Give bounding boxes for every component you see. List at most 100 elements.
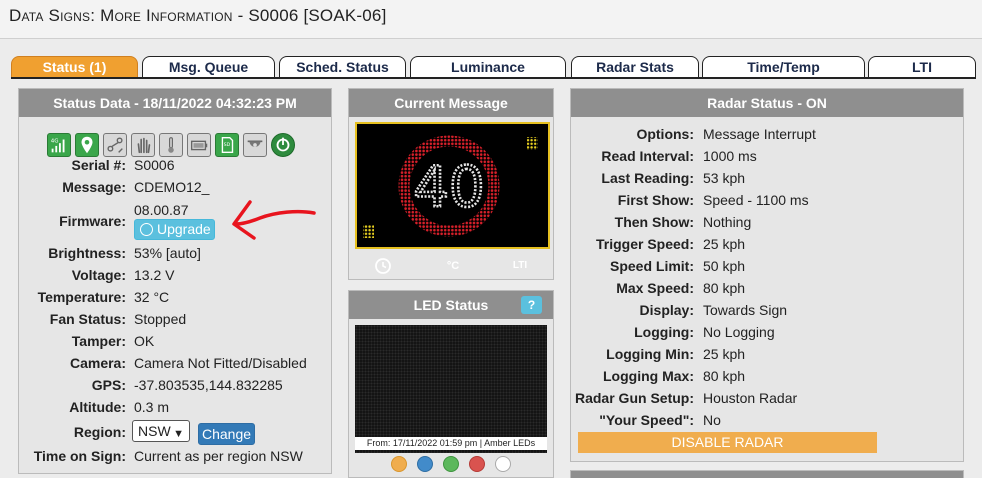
radar-row: Read Interval: 1000 ms <box>571 148 963 170</box>
serial-row: Serial #: S0006 <box>19 157 331 179</box>
radar-row: Max Speed: 80 kph <box>571 280 963 302</box>
led-dot-amber[interactable] <box>391 456 407 472</box>
radar-row-label: Speed Limit: <box>609 258 694 274</box>
serial-label: Serial #: <box>71 157 126 173</box>
change-region-button[interactable]: Change <box>198 423 255 445</box>
radar-row-value: No Logging <box>703 324 775 340</box>
tab-lti[interactable]: LTI <box>868 56 976 78</box>
radar-row-label: Display: <box>639 302 694 318</box>
power-icon[interactable] <box>271 133 295 157</box>
svg-text:4G: 4G <box>51 138 59 144</box>
camera-label: Camera: <box>69 355 126 371</box>
signal-4g-icon[interactable]: 4G <box>47 133 71 157</box>
disable-radar-button[interactable]: DISABLE RADAR <box>578 432 877 453</box>
voltage-label: Voltage: <box>71 267 126 283</box>
radar-row-label: Read Interval: <box>601 148 694 164</box>
tab-msg-queue[interactable]: Msg. Queue <box>142 56 275 78</box>
led-dot-green[interactable] <box>443 456 459 472</box>
page-title: Data Signs: More Information - S0006 [SO… <box>9 6 387 25</box>
led-dot-white[interactable] <box>495 456 511 472</box>
region-select[interactable]: NSW ▼ <box>132 420 190 442</box>
radar-row-label: Radar Gun Setup: <box>574 390 694 406</box>
radar-row-value: 25 kph <box>703 236 746 252</box>
firmware-value: 08.00.87 <box>134 202 189 218</box>
camera-value: Camera Not Fitted/Disabled <box>134 355 307 371</box>
status-data-panel: Status Data - 18/11/2022 04:32:23 PM 4G … <box>18 88 332 474</box>
current-message-title: Current Message <box>349 89 553 117</box>
lti-icon[interactable]: LTI <box>509 257 531 275</box>
brightness-row: Brightness: 53% [auto] <box>19 245 331 267</box>
radar-row: First Show: Speed - 1100 ms <box>571 192 963 214</box>
sign-speed-text: 40 <box>413 155 484 220</box>
help-icon[interactable]: ? <box>521 296 542 314</box>
radar-row-label: Last Reading: <box>601 170 694 186</box>
radar-row: Trigger Speed: 25 kph <box>571 236 963 258</box>
altitude-row: Altitude: 0.3 m <box>19 399 331 421</box>
radar-row-value: Houston Radar <box>703 390 798 406</box>
radar-row: Logging Min: 25 kph <box>571 346 963 368</box>
radar-row-label: Logging: <box>634 324 694 340</box>
radar-row: Options: Message Interrupt <box>571 126 963 148</box>
radar-row-label: Then Show: <box>614 214 694 230</box>
temperature-value: 32 °C <box>134 289 170 305</box>
gps-route-icon[interactable] <box>103 133 127 157</box>
celsius-icon[interactable]: °C <box>443 257 463 275</box>
region-selected-value: NSW <box>138 423 171 439</box>
radar-row-value: Nothing <box>703 214 752 230</box>
location-pin-icon[interactable] <box>75 133 99 157</box>
radar-row: "Your Speed": No <box>571 412 963 434</box>
radar-row: Logging: No Logging <box>571 324 963 346</box>
gps-value: -37.803535,144.832285 <box>134 377 283 393</box>
annotation-arrow <box>232 200 316 240</box>
tamper-label: Tamper: <box>71 333 126 349</box>
led-dot-red[interactable] <box>469 456 485 472</box>
sd-card-icon[interactable]: SD <box>215 133 239 157</box>
radar-row-value: No <box>703 412 721 428</box>
radar-row-value: 25 kph <box>703 346 746 362</box>
page-header: Data Signs: More Information - S0006 [SO… <box>0 0 982 39</box>
voltage-value: 13.2 V <box>134 267 175 283</box>
led-matrix-display <box>355 325 547 453</box>
clock-icon[interactable] <box>374 257 392 275</box>
thermometer-icon[interactable] <box>159 133 183 157</box>
tab-radar-stats[interactable]: Radar Stats <box>571 56 699 78</box>
led-dot-blue[interactable] <box>417 456 433 472</box>
camera-dome-icon[interactable] <box>243 133 267 157</box>
radar-row: Last Reading: 53 kph <box>571 170 963 192</box>
radar-row-value: 53 kph <box>703 170 746 186</box>
current-message-panel: Current Message 40 °C LTI <box>348 88 554 280</box>
brightness-label: Brightness: <box>48 245 126 261</box>
radar-status-panel: Radar Status - ON Options: Message Interr… <box>570 88 964 462</box>
tab-bar: Status (1) Msg. Queue Sched. Status Lumi… <box>11 56 976 78</box>
battery-icon[interactable] <box>187 133 211 157</box>
status-data-title: Status Data - 18/11/2022 04:32:23 PM <box>19 89 331 117</box>
radar-row: Then Show: Nothing <box>571 214 963 236</box>
fan-label: Fan Status: <box>49 311 126 327</box>
message-value: CDEMO12_ <box>134 179 210 195</box>
led-status-panel: LED Status ? From: 17/11/2022 01:59 pm |… <box>348 290 554 478</box>
gps-label: GPS: <box>91 377 126 393</box>
sign-preview: 40 <box>355 122 550 249</box>
tab-underline <box>11 77 976 79</box>
serial-value: S0006 <box>134 157 175 173</box>
upgrade-button[interactable]: Upgrade <box>134 219 215 240</box>
radar-row-value: 1000 ms <box>703 148 757 164</box>
tamper-row: Tamper: OK <box>19 333 331 355</box>
region-label: Region: <box>73 424 126 440</box>
radar-row-label: Logging Max: <box>603 368 694 384</box>
radar-row: Display: Towards Sign <box>571 302 963 324</box>
tab-sched-status[interactable]: Sched. Status <box>279 56 406 78</box>
gps-row: GPS: -37.803535,144.832285 <box>19 377 331 399</box>
altitude-label: Altitude: <box>69 399 126 415</box>
upgrade-label: Upgrade <box>157 221 211 237</box>
tab-luminance[interactable]: Luminance <box>410 56 566 78</box>
radar-row-value: Speed - 1100 ms <box>703 192 809 208</box>
radar-row-label: Options: <box>636 126 694 142</box>
tamper-hand-icon[interactable] <box>131 133 155 157</box>
firmware-label: Firmware: <box>59 213 126 229</box>
tab-status[interactable]: Status (1) <box>11 56 138 78</box>
fan-value: Stopped <box>134 311 187 327</box>
radar-row-value: 80 kph <box>703 280 746 296</box>
radar-row-label: Max Speed: <box>616 280 694 296</box>
tab-time-temp[interactable]: Time/Temp <box>702 56 865 78</box>
